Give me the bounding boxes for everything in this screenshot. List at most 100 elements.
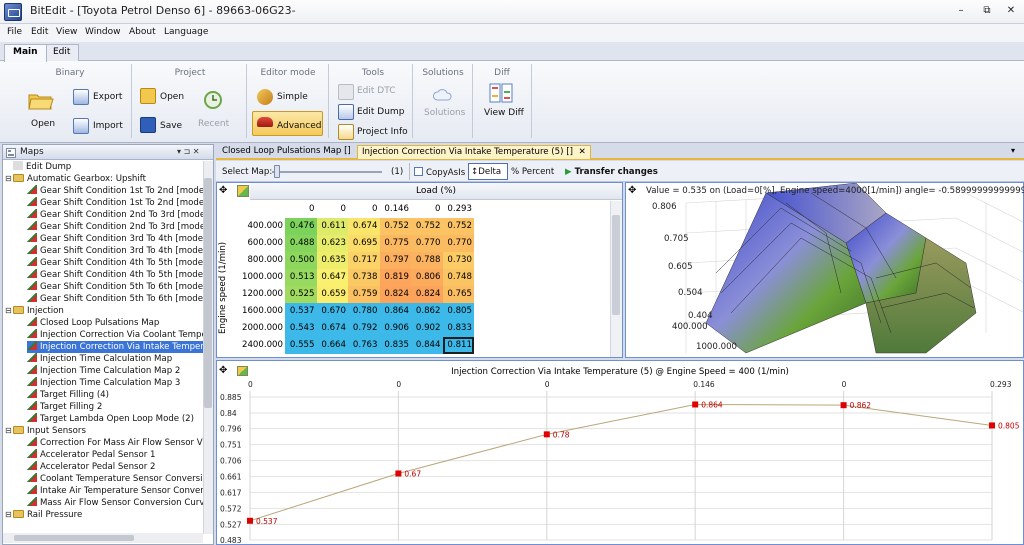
tree-scroll-thumb[interactable] [204, 178, 212, 408]
panel-pin-close-icons[interactable]: ▾ ⊐ ✕ [177, 147, 200, 156]
row-header[interactable]: 2000.000 [236, 320, 285, 337]
menu-edit[interactable]: Edit [31, 27, 48, 37]
table-cell[interactable]: 0.770 [442, 235, 474, 252]
surface-3d-plot[interactable]: 0.806 0.705 0.605 0.504 0.404400.000 1000.000 [626, 183, 1024, 358]
table-cell[interactable]: 0.635 [316, 252, 348, 269]
table-cell[interactable]: 0.775 [379, 235, 411, 252]
table-cell[interactable]: 0.488 [285, 235, 317, 252]
tree-item[interactable]: Accelerator Pedal Sensor 1 [27, 449, 156, 461]
table-cell[interactable]: 0.902 [411, 320, 443, 337]
doc-tab-closed-loop[interactable]: Closed Loop Pulsations Map [] [218, 145, 355, 159]
table-cell[interactable]: 0.833 [442, 320, 474, 337]
solutions-button[interactable]: Solutions [424, 108, 465, 118]
open-binary-button[interactable] [28, 90, 54, 110]
tree-item[interactable]: Injection Time Calculation Map 2 [27, 365, 180, 377]
tree-item[interactable]: Target Filling 2 [27, 401, 102, 413]
table-cell[interactable]: 0.543 [285, 320, 317, 337]
open-project-button[interactable]: Open [160, 92, 184, 102]
tree-item[interactable]: Gear Shift Condition 5th To 6th [mode 1 [27, 281, 203, 293]
table-cell[interactable]: 0.664 [316, 337, 348, 354]
table-cell[interactable]: 0.623 [316, 235, 348, 252]
collapse-icon[interactable]: ⊟ [5, 425, 13, 437]
tree-item[interactable]: Accelerator Pedal Sensor 2 [27, 461, 156, 473]
close-icon[interactable]: ✕ [998, 3, 1024, 19]
table-cell[interactable]: 0.525 [285, 286, 317, 303]
collapse-icon[interactable]: ⊟ [5, 173, 13, 185]
table-cell[interactable]: 0.765 [442, 286, 474, 303]
tree-item[interactable]: Gear Shift Condition 2nd To 3rd [mode 1 [27, 209, 203, 221]
table-cell[interactable]: 0.770 [411, 235, 443, 252]
tree-item[interactable]: Correction For Mass Air Flow Sensor Via [27, 437, 203, 449]
row-header[interactable]: 1600.000 [236, 303, 285, 320]
tree-item[interactable]: Coolant Temperature Sensor Conversion [27, 473, 203, 485]
menu-about[interactable]: About [129, 27, 156, 37]
tree-item[interactable]: Mass Air Flow Sensor Conversion Curve [27, 497, 203, 509]
transfer-changes-button[interactable]: ▶ Transfer changes [565, 167, 658, 177]
menu-file[interactable]: File [7, 27, 22, 37]
tree-item[interactable]: Gear Shift Condition 5th To 6th [mode 2 [27, 293, 203, 305]
import-button[interactable]: Import [93, 121, 123, 131]
tree-item[interactable]: Gear Shift Condition 1st To 2nd [mode 1 [27, 185, 203, 197]
table-cell[interactable]: 0.864 [379, 303, 411, 320]
minimize-icon[interactable]: – [948, 3, 974, 19]
slider-handle[interactable] [274, 165, 280, 178]
recent-button[interactable]: Recent [198, 119, 229, 129]
column-header[interactable]: 0.146 [379, 201, 411, 218]
tree-folder[interactable]: ⊟ Rail Pressure [5, 509, 82, 521]
table-cell[interactable]: 0.476 [285, 218, 317, 235]
row-header[interactable]: 2400.000 [236, 337, 285, 354]
surface-3d-pane[interactable]: 0.806 0.705 0.605 0.504 0.404 400.000 1000.000 [625, 182, 1024, 358]
table-cell[interactable]: 0.730 [442, 252, 474, 269]
table-cell[interactable]: 0.674 [316, 320, 348, 337]
table-cell[interactable]: 0.797 [379, 252, 411, 269]
column-header[interactable]: 0 [316, 201, 348, 218]
move-handle-icon[interactable]: ✥ [219, 185, 227, 196]
export-button[interactable]: Export [93, 92, 122, 102]
menu-language[interactable]: Language [164, 27, 208, 37]
tree-item[interactable]: Gear Shift Condition 4th To 5th [mode 1 [27, 257, 203, 269]
tree-item[interactable]: Gear Shift Condition 3rd To 4th [mode 1 [27, 233, 203, 245]
tab-close-icon[interactable]: ✕ [579, 147, 586, 157]
tab-main[interactable]: Main [4, 44, 47, 62]
menu-view[interactable]: View [56, 27, 77, 37]
table-cell[interactable]: 0.537 [285, 303, 317, 320]
tree-item[interactable]: Gear Shift Condition 4th To 5th [mode 2 [27, 269, 203, 281]
tree-folder[interactable]: ⊟ Injection [5, 305, 64, 317]
tree-item[interactable]: Injection Time Calculation Map 3 [27, 377, 180, 389]
menu-window[interactable]: Window [85, 27, 121, 37]
tree-item[interactable]: Injection Correction Via Intake Tempera [27, 341, 203, 353]
row-header[interactable]: 600.000 [236, 235, 285, 252]
table-cell[interactable]: 0.513 [285, 269, 317, 286]
table-cell[interactable]: 0.835 [379, 337, 411, 354]
restore-icon[interactable]: ⧉ [974, 3, 1000, 19]
table-cell[interactable]: 0.674 [348, 218, 380, 235]
tree-item[interactable]: Injection Correction Via Coolant Tempe [27, 329, 203, 341]
column-header[interactable]: 0 [411, 201, 443, 218]
copy-as-is-button[interactable]: CopyAsIs [414, 167, 465, 178]
table-cell[interactable]: 0.844 [411, 337, 443, 354]
doc-tab-intake-correction[interactable]: Injection Correction Via Intake Temperat… [357, 145, 591, 159]
tree-item[interactable]: Edit Dump [13, 161, 71, 173]
table-cell[interactable]: 0.555 [285, 337, 317, 354]
move-handle-icon[interactable]: ✥ [628, 185, 636, 196]
percent-button[interactable]: % Percent [511, 167, 554, 177]
tree-item[interactable]: Gear Shift Condition 1st To 2nd [mode 2 [27, 197, 203, 209]
select-map-slider[interactable] [272, 171, 382, 173]
tree-item[interactable]: Closed Loop Pulsations Map [27, 317, 159, 329]
tree-folder[interactable]: ⊟ Automatic Gearbox: Upshift [5, 173, 146, 185]
table-cell[interactable]: 0.752 [442, 218, 474, 235]
table-cell[interactable]: 0.805 [442, 303, 474, 320]
view-diff-button[interactable]: View Diff [484, 108, 524, 118]
project-info-button[interactable]: Project Info [357, 127, 408, 137]
tree-item[interactable]: Gear Shift Condition 3rd To 4th [mode 2 [27, 245, 203, 257]
tab-list-dropdown-icon[interactable]: ▾ [1011, 146, 1015, 155]
table-cell[interactable]: 0.748 [442, 269, 474, 286]
table-cell[interactable]: 0.611 [316, 218, 348, 235]
table-view-icon[interactable] [237, 185, 249, 197]
tree-item[interactable]: Injection Time Calculation Map [27, 353, 172, 365]
collapse-icon[interactable]: ⊟ [5, 305, 13, 317]
row-header[interactable]: 1000.000 [236, 269, 285, 286]
simple-mode-button[interactable]: Simple [277, 92, 308, 102]
table-cell[interactable]: 0.780 [348, 303, 380, 320]
column-header[interactable]: 0.293 [442, 201, 474, 218]
